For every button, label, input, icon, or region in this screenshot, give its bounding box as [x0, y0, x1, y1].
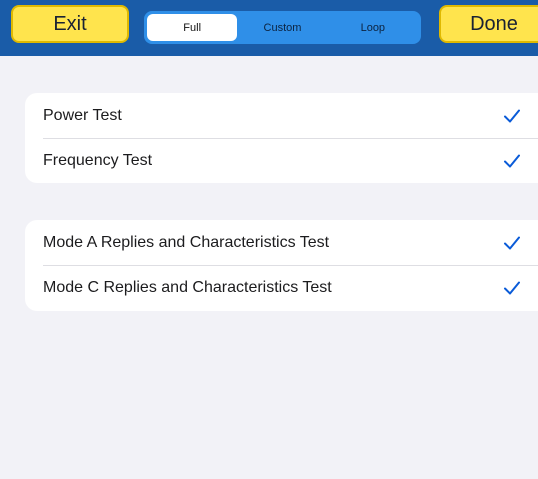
checkmark-icon: [504, 109, 520, 122]
test-mode-segmented-control: Full Custom Loop: [144, 11, 421, 44]
test-row-frequency[interactable]: Frequency Test: [25, 138, 538, 183]
top-toolbar: Exit Full Custom Loop Done: [0, 0, 538, 56]
test-row-mode-a[interactable]: Mode A Replies and Characteristics Test: [25, 220, 538, 265]
segment-full[interactable]: Full: [147, 14, 238, 41]
checkmark-icon: [504, 154, 520, 167]
test-label: Mode C Replies and Characteristics Test: [43, 278, 332, 296]
test-label: Power Test: [43, 106, 122, 124]
test-group-1: Power Test Frequency Test: [25, 93, 538, 183]
checkmark-icon: [504, 281, 520, 294]
test-row-mode-c[interactable]: Mode C Replies and Characteristics Test: [25, 265, 538, 310]
test-label: Mode A Replies and Characteristics Test: [43, 233, 330, 251]
checkmark-icon: [504, 236, 520, 249]
test-group-2: Mode A Replies and Characteristics Test …: [25, 220, 538, 311]
segment-custom[interactable]: Custom: [237, 14, 327, 41]
done-button[interactable]: Done: [439, 5, 538, 43]
test-row-power[interactable]: Power Test: [25, 93, 538, 138]
segment-loop[interactable]: Loop: [328, 14, 418, 41]
test-label: Frequency Test: [43, 151, 153, 169]
exit-button[interactable]: Exit: [11, 5, 129, 43]
